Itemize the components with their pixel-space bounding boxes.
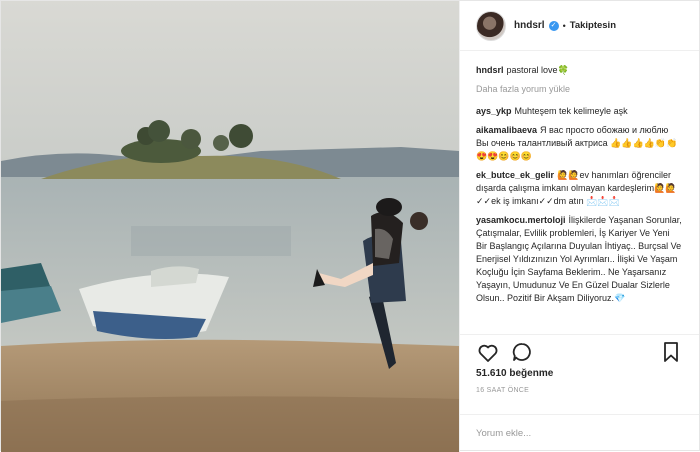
comment-item: ays_ykp Muhteşem tek kelimeyle aşk (476, 105, 683, 118)
post-timestamp: 16 SAAT ÖNCE (476, 387, 530, 394)
comment-username[interactable]: ays_ykp (476, 106, 512, 116)
bookmark-icon[interactable] (659, 340, 683, 364)
post-header: hndsrl ✓ • Takiptesin (460, 1, 699, 51)
add-comment-placeholder[interactable]: Yorum ekle... (476, 428, 531, 439)
separator-dot: • (562, 20, 566, 31)
author-username[interactable]: hndsrl (514, 20, 545, 31)
follow-status-button[interactable]: Takiptesin (570, 20, 616, 31)
instagram-post: hndsrl ✓ • Takiptesin hndsrl pastoral lov… (0, 0, 700, 452)
comments-list: hndsrl pastoral love🍀 Daha fazla yorum yü… (460, 51, 699, 334)
action-bar (460, 334, 699, 368)
heart-icon[interactable] (476, 340, 500, 364)
caption-username[interactable]: hndsrl (476, 65, 504, 75)
load-more-comments-link[interactable]: Daha fazla yorum yükle (476, 83, 683, 96)
comment-item: aikamalibaeva Я вас просто обожаю и люблю… (476, 124, 683, 163)
likes-count[interactable]: 51.610 beğenme (460, 368, 699, 384)
post-photo[interactable] (1, 1, 459, 452)
caption: hndsrl pastoral love🍀 (476, 64, 683, 77)
comment-username[interactable]: yasamkocu.mertoloji (476, 215, 566, 225)
caption-text: pastoral love🍀 (506, 65, 569, 75)
add-comment-field[interactable]: Yorum ekle... (460, 414, 699, 452)
comment-username[interactable]: ek_butce_ek_gelir (476, 170, 554, 180)
comment-text: İlişkilerde Yaşanan Sorunlar, Çatışmalar… (476, 215, 682, 303)
comment-username[interactable]: aikamalibaeva (476, 125, 537, 135)
comment-icon[interactable] (510, 340, 534, 364)
comment-item: ek_butce_ek_gelir 🙋🙋ev hanımları öğrencil… (476, 169, 683, 208)
comment-item: yasamkocu.mertoloji İlişkilerde Yaşanan S… (476, 214, 683, 305)
comment-text: Muhteşem tek kelimeyle aşk (514, 106, 628, 116)
post-sidebar: hndsrl ✓ • Takiptesin hndsrl pastoral lov… (459, 1, 699, 452)
verified-badge-icon: ✓ (548, 20, 559, 31)
avatar[interactable] (476, 10, 506, 41)
lake-couple-photo (1, 1, 459, 452)
